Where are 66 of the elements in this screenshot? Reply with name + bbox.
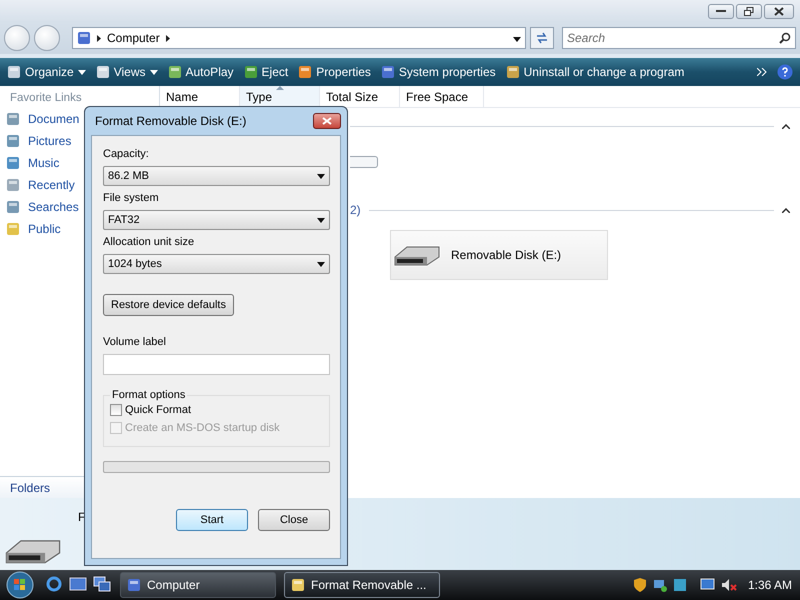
group-title: Format options (111, 389, 186, 401)
caret-icon (78, 70, 86, 74)
search-icon (779, 32, 791, 44)
toolbar-button[interactable]: Uninstall or change a program (502, 63, 688, 81)
favorite-link[interactable]: Recently (0, 174, 75, 196)
group-header[interactable]: 2) (350, 203, 361, 217)
section-title: Favorite Links (9, 91, 83, 106)
dropdown-arrow-icon (317, 262, 325, 266)
refresh-button[interactable] (530, 27, 554, 49)
dropdown-arrow-icon (317, 218, 325, 222)
app-tray-icon[interactable] (672, 577, 687, 593)
dropdown[interactable]: 1024 bytes (103, 254, 330, 274)
dialog-title: Format Removable Disk (E:) (95, 114, 246, 128)
close-icon (322, 117, 332, 125)
volume-label-field[interactable] (103, 354, 330, 375)
column-header[interactable]: Type (240, 86, 320, 107)
field-label: Capacity: (103, 148, 150, 162)
close-button[interactable] (764, 4, 794, 18)
taskbar-button[interactable]: Format Removable ... (284, 572, 440, 598)
minimize-icon (716, 9, 726, 13)
dialog-button[interactable]: Close (258, 509, 330, 531)
dialog-button[interactable]: Start (176, 509, 248, 531)
favorite-link[interactable]: Music (0, 152, 60, 174)
speaker-muted-icon[interactable] (720, 577, 737, 593)
favorite-link[interactable]: Documen (0, 108, 80, 130)
collapse-chevron-icon[interactable] (782, 208, 790, 212)
favorite-link[interactable]: Pictures (0, 130, 72, 152)
restore-icon (744, 6, 754, 16)
sort-arrow-icon (276, 86, 284, 90)
taskbar-button[interactable]: Computer (120, 572, 276, 598)
close-button[interactable] (313, 113, 341, 129)
toolbar-button[interactable]: Views (92, 63, 160, 81)
clock[interactable]: 1:36 AM (748, 578, 792, 592)
favorite-link[interactable]: Searches (0, 196, 79, 218)
dropdown[interactable]: 86.2 MB (103, 166, 330, 186)
toolbar-button[interactable]: Organize (4, 63, 89, 81)
search-field[interactable]: Search (562, 27, 796, 49)
field-label: Volume label (103, 336, 167, 350)
drive-label: Removable Disk (E:) (451, 248, 562, 262)
dropdown[interactable]: FAT32 (103, 210, 330, 230)
refresh-icon (535, 32, 549, 44)
drive-tile[interactable]: Removable Disk (E:) (390, 230, 608, 280)
chevron-icon (97, 34, 101, 42)
minimize-button[interactable] (708, 4, 734, 18)
toolbar-button[interactable]: AutoPlay (164, 63, 237, 81)
toolbar-button[interactable]: Eject (240, 63, 292, 81)
dropdown-arrow-icon (317, 174, 325, 178)
field-label: Allocation unit size (103, 236, 196, 250)
shield-icon[interactable] (632, 577, 647, 593)
caret-icon (150, 70, 158, 74)
address-bar[interactable]: Computer (72, 27, 526, 49)
capacity-bar (350, 156, 378, 168)
field-label: File system (103, 192, 160, 206)
restore-defaults-button[interactable]: Restore device defaults (103, 294, 234, 316)
toolbar-button[interactable]: Properties (295, 63, 374, 81)
checkbox[interactable] (110, 404, 122, 416)
checkbox-option[interactable]: Quick Format (110, 401, 323, 419)
dropdown-arrow-icon (513, 37, 521, 42)
toolbar-button[interactable]: System properties (378, 63, 499, 81)
collapse-chevron-icon[interactable] (782, 124, 790, 128)
favorite-link[interactable]: Public (0, 218, 61, 240)
close-icon (774, 6, 784, 16)
network-icon[interactable] (652, 577, 668, 593)
breadcrumb[interactable]: Computer (107, 31, 160, 45)
restore-button[interactable] (736, 4, 762, 18)
chevron-icon (166, 34, 170, 42)
